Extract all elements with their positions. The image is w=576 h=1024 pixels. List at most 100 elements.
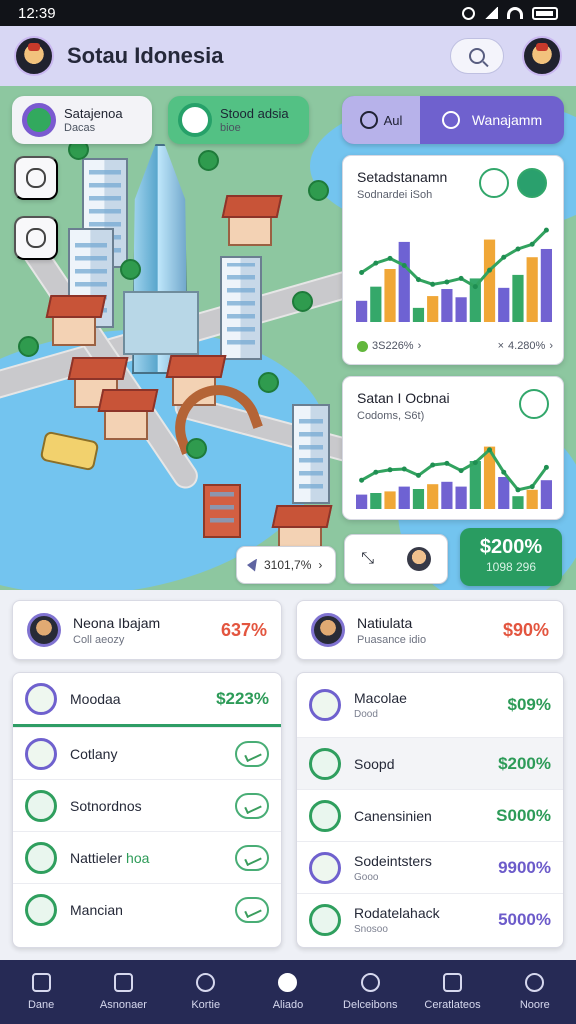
sales-chart-card: Setadstanamn Sodnardei iSoh 3S226% › × 4.2… [342, 155, 564, 365]
search-button[interactable] [450, 38, 504, 74]
chart-bar [512, 274, 524, 322]
app-header: Sotau Idonesia [0, 26, 576, 86]
trend-button[interactable] [235, 740, 269, 767]
chart-bar [412, 307, 425, 322]
bar-chart-icon [309, 851, 341, 884]
district-chip-primary[interactable]: Satajenoa Dacas [12, 96, 152, 144]
trend-button[interactable] [235, 896, 269, 923]
nav-reports[interactable]: Ceratlateos [417, 973, 489, 1011]
balance-button[interactable]: $200% 1098 296 [460, 528, 562, 586]
profile-avatar[interactable] [14, 36, 54, 76]
trend-button[interactable] [235, 844, 269, 871]
recenter-button[interactable] [14, 156, 58, 200]
nav-home[interactable]: Dane [5, 973, 77, 1011]
city-map[interactable]: Satajenoa Dacas Stood adsia bioe Aul Wan… [0, 86, 576, 590]
house [228, 208, 272, 246]
smile-icon [26, 228, 46, 248]
chart-bar [412, 489, 425, 509]
chart-point [430, 462, 436, 468]
chart-point [387, 255, 393, 261]
chart-point [543, 227, 549, 233]
person-card-left[interactable]: Neona Ibajam Coll aeozy 637% [12, 600, 282, 660]
chart-bar [498, 477, 510, 509]
person-icon [25, 893, 57, 926]
triangle-icon [309, 689, 341, 721]
list-item[interactable]: Sotnordnos [13, 779, 281, 831]
wifi-icon [507, 7, 523, 19]
district-chip-secondary[interactable]: Stood adsia bioe [168, 96, 309, 144]
list-item[interactable]: Sodeintsters Gooo 9900% [297, 841, 563, 893]
nav-explore[interactable]: Kortie [170, 973, 242, 1011]
list-item[interactable]: Cotlany [13, 727, 281, 779]
chart-point [444, 279, 450, 285]
list-item[interactable]: Canensinien S000% [297, 789, 563, 841]
status-time: 12:39 [18, 4, 56, 22]
route-shortcut[interactable]: ⤡ [344, 534, 448, 584]
chart-point [487, 267, 493, 273]
list-item[interactable]: Mancian [13, 883, 281, 935]
triangle-icon [309, 799, 341, 832]
management-tab[interactable]: Wanajamm [420, 96, 564, 144]
office-building [220, 256, 262, 360]
nav-assets[interactable]: Asnonaer [87, 973, 159, 1011]
list-item[interactable]: Nattieler hoa [13, 831, 281, 883]
tower-base-building [123, 291, 199, 355]
person-avatar [27, 613, 61, 647]
navigation-arrow-icon [247, 558, 257, 572]
chart-bar [526, 257, 538, 322]
coordinate-readout[interactable]: 3101,7% › [236, 546, 336, 584]
chart-point [472, 460, 478, 466]
chart-bar [498, 287, 510, 322]
chart-bar [540, 480, 552, 509]
chart-point [359, 477, 365, 483]
chart-bar [455, 297, 467, 322]
car-icon [25, 737, 57, 770]
calendar-icon[interactable] [517, 168, 547, 198]
house [104, 402, 148, 440]
status-icons [462, 6, 558, 20]
driver-avatar [406, 547, 431, 571]
chart-point [387, 467, 393, 473]
chart-bar [384, 491, 396, 509]
chevron-right-icon: › [417, 340, 422, 352]
cost-card-title: Satan I Ocbnai [357, 390, 450, 406]
chart-bar [427, 484, 439, 509]
chart-bar [441, 481, 453, 509]
nav-deliveries[interactable]: Delceibons [334, 973, 406, 1011]
user-avatar[interactable] [522, 36, 562, 76]
nav-profile[interactable]: Noore [499, 973, 571, 1011]
chart-point [543, 464, 549, 470]
list-item[interactable]: Rodatelahack Snosoo 5000% [297, 893, 563, 945]
left-list-header[interactable]: Moodaa $223% [13, 673, 281, 727]
nav-active[interactable]: Aliado [252, 973, 324, 1011]
close-icon: × [497, 340, 505, 352]
management-toggle[interactable]: Aul Wanajamm [342, 96, 564, 144]
golf-flag-icon[interactable] [519, 389, 549, 419]
chart-point [515, 246, 521, 252]
trend-icon[interactable] [479, 168, 509, 198]
trend-button[interactable] [235, 792, 269, 819]
location-icon [22, 103, 56, 137]
cost-chart-card: Satan I Ocbnai Codoms, S6t) [342, 376, 564, 520]
check-icon [357, 340, 368, 352]
chart-point [415, 277, 421, 283]
chart-point [458, 275, 464, 281]
status-bar: 12:39 [0, 0, 576, 26]
storefront-icon [25, 682, 57, 715]
list-item[interactable]: Macolae Dood $09% [297, 673, 563, 737]
assistant-button[interactable] [14, 216, 58, 260]
sales-card-subtitle: Sodnardei iSoh [357, 189, 433, 201]
list-item[interactable]: Soopd $200% [297, 737, 563, 789]
person-card-right[interactable]: Natiulata Puasance idio $90% [296, 600, 564, 660]
person-avatar [311, 613, 345, 647]
chevron-right-icon: › [549, 340, 553, 352]
list-icon [113, 973, 133, 992]
audit-tab[interactable]: Aul [342, 96, 420, 144]
route-icon: ⤡ [361, 550, 375, 567]
chart-point [415, 472, 421, 478]
chart-bar [370, 286, 382, 322]
leaf-icon [178, 103, 212, 137]
chart-point [373, 469, 379, 475]
left-metrics-list: Moodaa $223% Cotlany Sotnordnos Nattiele… [12, 672, 282, 948]
alarm-icon [462, 6, 475, 20]
